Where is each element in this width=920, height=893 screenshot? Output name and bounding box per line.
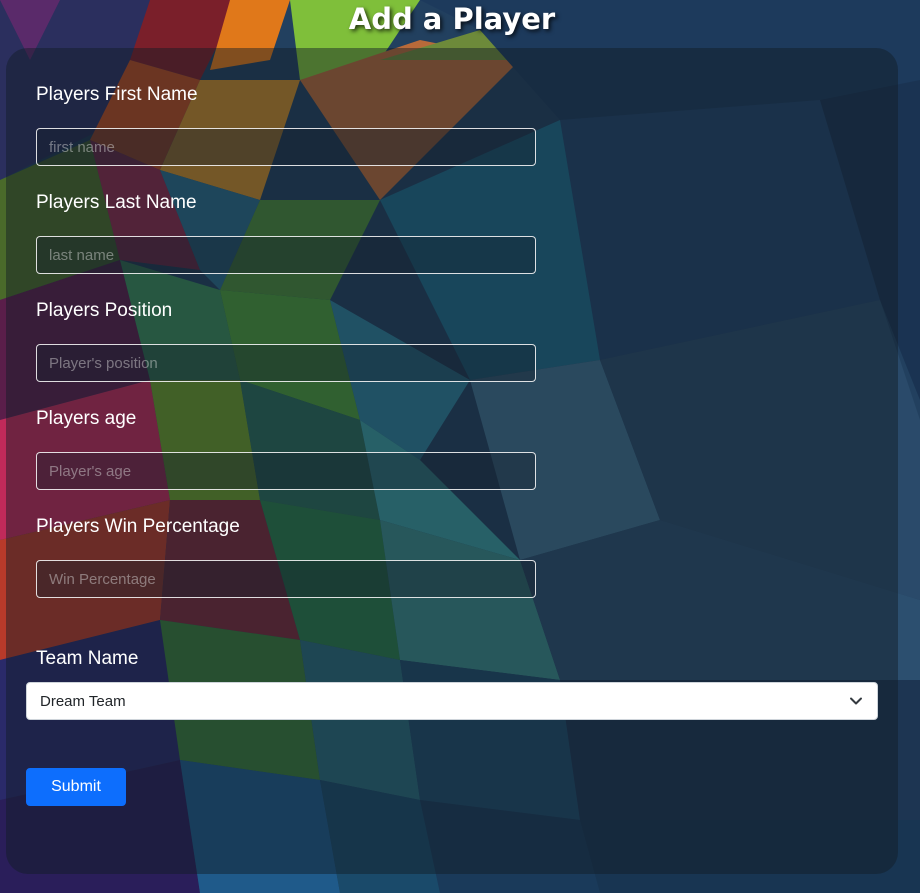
team-select-value: Dream Team bbox=[40, 692, 126, 710]
chevron-down-icon bbox=[850, 697, 862, 705]
submit-button[interactable]: Submit bbox=[26, 768, 126, 806]
first-name-input[interactable] bbox=[36, 128, 536, 166]
age-input[interactable] bbox=[36, 452, 536, 490]
team-select[interactable]: Dream Team bbox=[26, 682, 878, 720]
first-name-label: Players First Name bbox=[36, 84, 198, 105]
position-input[interactable] bbox=[36, 344, 536, 382]
last-name-label: Players Last Name bbox=[36, 192, 197, 213]
win-percentage-label: Players Win Percentage bbox=[36, 516, 240, 537]
age-label: Players age bbox=[36, 408, 137, 429]
win-percentage-input[interactable] bbox=[36, 560, 536, 598]
position-label: Players Position bbox=[36, 300, 173, 321]
last-name-input[interactable] bbox=[36, 236, 536, 274]
team-name-label: Team Name bbox=[36, 648, 139, 669]
page-title: Add a Player bbox=[348, 2, 556, 36]
